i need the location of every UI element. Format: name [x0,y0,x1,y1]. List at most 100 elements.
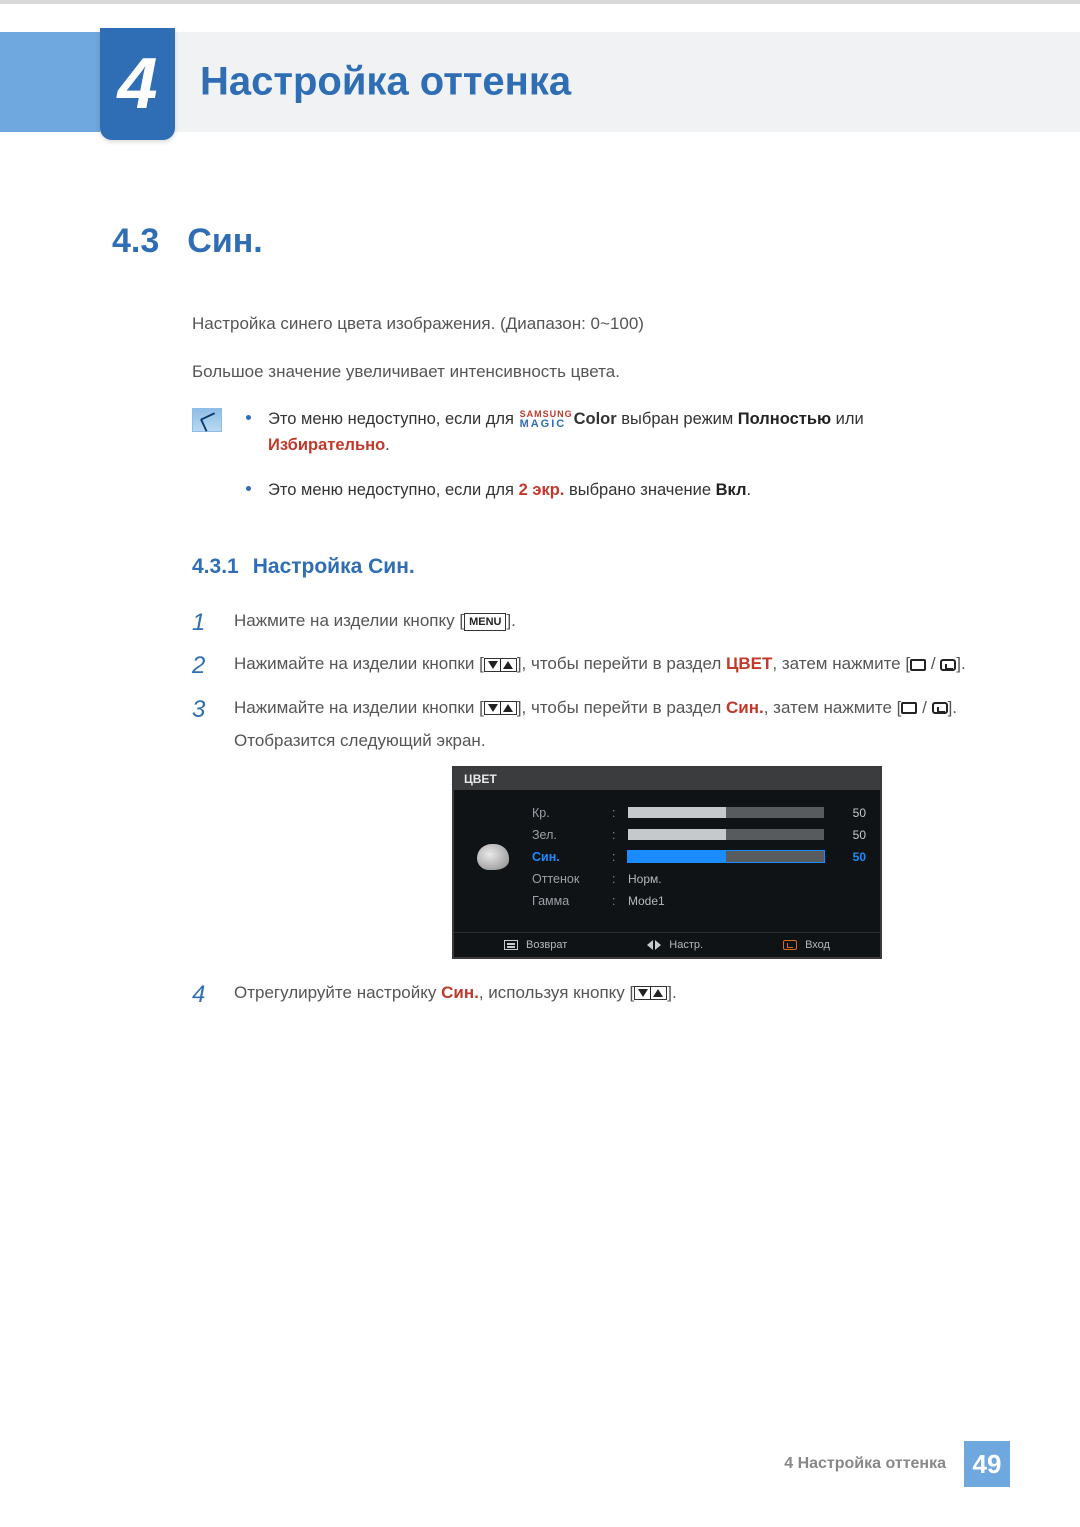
note-list: Это меню недоступно, если для SAMSUNGMAG… [246,406,988,521]
target-blue: Син. [441,983,479,1002]
triangle-up-icon [503,704,513,712]
text: , затем нажмите [ [772,654,910,673]
back-icon [504,940,518,950]
subsection-heading: 4.3.1 Настройка Син. [192,555,988,579]
enter-icon [940,659,956,671]
step-4: 4 Отрегулируйте настройку Син., использу… [192,979,988,1010]
rect-icon [910,659,926,671]
osd-row: Син.:50 [532,846,866,868]
target-color: ЦВЕТ [726,654,772,673]
step-number: 1 [192,607,214,638]
down-up-key [484,658,517,672]
step-body: Отрегулируйте настройку Син., используя … [234,979,988,1010]
palette-icon [477,844,509,870]
osd-colon: : [612,894,618,908]
step-body: Нажимайте на изделии кнопки [], чтобы пе… [234,650,988,681]
footer-chapter-text: 4 Настройка оттенка [784,1455,946,1473]
text: . [746,481,751,499]
osd-bar-fill [628,851,726,862]
osd-bar [628,807,824,818]
text: ]. [667,983,676,1002]
text: или [831,410,864,428]
osd-row-label: Зел. [532,828,602,842]
section-number: 4.3 [112,222,159,261]
chapter-title: Настройка оттенка [200,60,571,105]
triangle-up-icon [653,989,663,997]
note-icon [192,408,222,432]
target-blue: Син. [726,698,764,717]
osd-back: Возврат [504,939,567,951]
osd-menu: ЦВЕТ Кр.:50Зел.:50Син.:50Оттенок:Норм.Га… [452,766,882,959]
osd-bar [628,851,824,862]
text: Нажмите на изделии кнопку [ [234,611,464,630]
step-body: Нажимайте на изделии кнопки [ ], чтобы пе… [234,694,988,754]
adjust-icon [647,940,661,950]
paragraph-intensity: Большое значение увеличивает интенсивнос… [192,359,988,385]
osd-row: Зел.:50 [532,824,866,846]
osd-back-label: Возврат [526,939,567,951]
page-footer: 4 Настройка оттенка 49 [784,1441,1010,1487]
text: выбран режим [617,410,738,428]
enter-icon [783,940,797,950]
osd-adjust-label: Настр. [669,939,703,951]
osd-colon: : [612,806,618,820]
footer-page-number: 49 [964,1441,1010,1487]
osd-row: Кр.: 50 [532,802,866,824]
osd-body: Кр.:50Зел.:50Син.:50Оттенок:Норм.Гамма:M… [454,790,880,932]
section-title: Син. [187,222,262,261]
osd-row-value: 50 [834,806,866,820]
down-up-key [484,701,517,715]
step-body: Нажмите на изделии кнопку [MENU]. [234,607,988,638]
two-screen: 2 экр. [519,481,565,499]
chapter-header: 4 Настройка оттенка [0,32,1080,132]
osd-row: Оттенок:Норм. [532,868,866,890]
content: 4.3 Син. Настройка синего цвета изображе… [0,132,1080,1010]
text: ], чтобы перейти в раздел [517,654,726,673]
osd-row-label: Оттенок [532,872,602,886]
down-up-key [634,986,667,1000]
color-text: Color [574,410,617,428]
text: Это меню недоступно, если для [268,410,519,428]
magic-text: MAGIC [520,419,573,430]
osd-footer: Возврат Настр. Вход [454,932,880,957]
on-value: Вкл [716,481,747,499]
text: Нажимайте на изделии кнопки [ [234,698,484,717]
triangle-up-icon [503,661,513,669]
osd-row-label: Кр. [532,806,602,820]
paragraph-range: Настройка синего цвета изображения. (Диа… [192,311,988,337]
text: Это меню недоступно, если для [268,481,519,499]
top-stripe [0,0,1080,4]
menu-key: MENU [464,613,506,631]
osd-row-text: Mode1 [628,894,665,908]
rect-icon [901,702,917,714]
text: ], чтобы перейти в раздел [517,698,726,717]
step-number: 4 [192,979,214,1010]
text: , затем нажмите [ [764,698,902,717]
chapter-badge: 4 [100,28,175,140]
triangle-down-icon [488,661,498,669]
triangle-down-icon [638,989,648,997]
osd-row-label: Син. [532,850,602,864]
subsection-title: Настройка Син. [253,555,415,579]
step-number: 2 [192,650,214,681]
osd-row-label: Гамма [532,894,602,908]
mode-selective: Избирательно [268,436,385,454]
step-2: 2 Нажимайте на изделии кнопки [], чтобы … [192,650,988,681]
osd-colon: : [612,828,618,842]
osd-enter: Вход [783,939,830,951]
step-3-after: Отобразится следующий экран. [234,727,988,754]
osd-row-value: 50 [834,850,866,864]
step-number: 3 [192,694,214,754]
text: , используя кнопку [ [479,983,634,1002]
text: ]. [956,654,965,673]
section-heading: 4.3 Син. [112,222,988,261]
note-item-2: Это меню недоступно, если для 2 экр. выб… [246,477,988,503]
text: Отрегулируйте настройку [234,983,441,1002]
osd-rows: Кр.:50Зел.:50Син.:50Оттенок:Норм.Гамма:M… [532,802,866,912]
steps-list: 1 Нажмите на изделии кнопку [MENU]. 2 На… [192,607,988,1010]
subsection-number: 4.3.1 [192,555,239,579]
osd-bar-fill [628,807,726,818]
enter-icon [932,702,948,714]
mode-full: Полностью [738,410,831,428]
text: выбрано значение [564,481,715,499]
